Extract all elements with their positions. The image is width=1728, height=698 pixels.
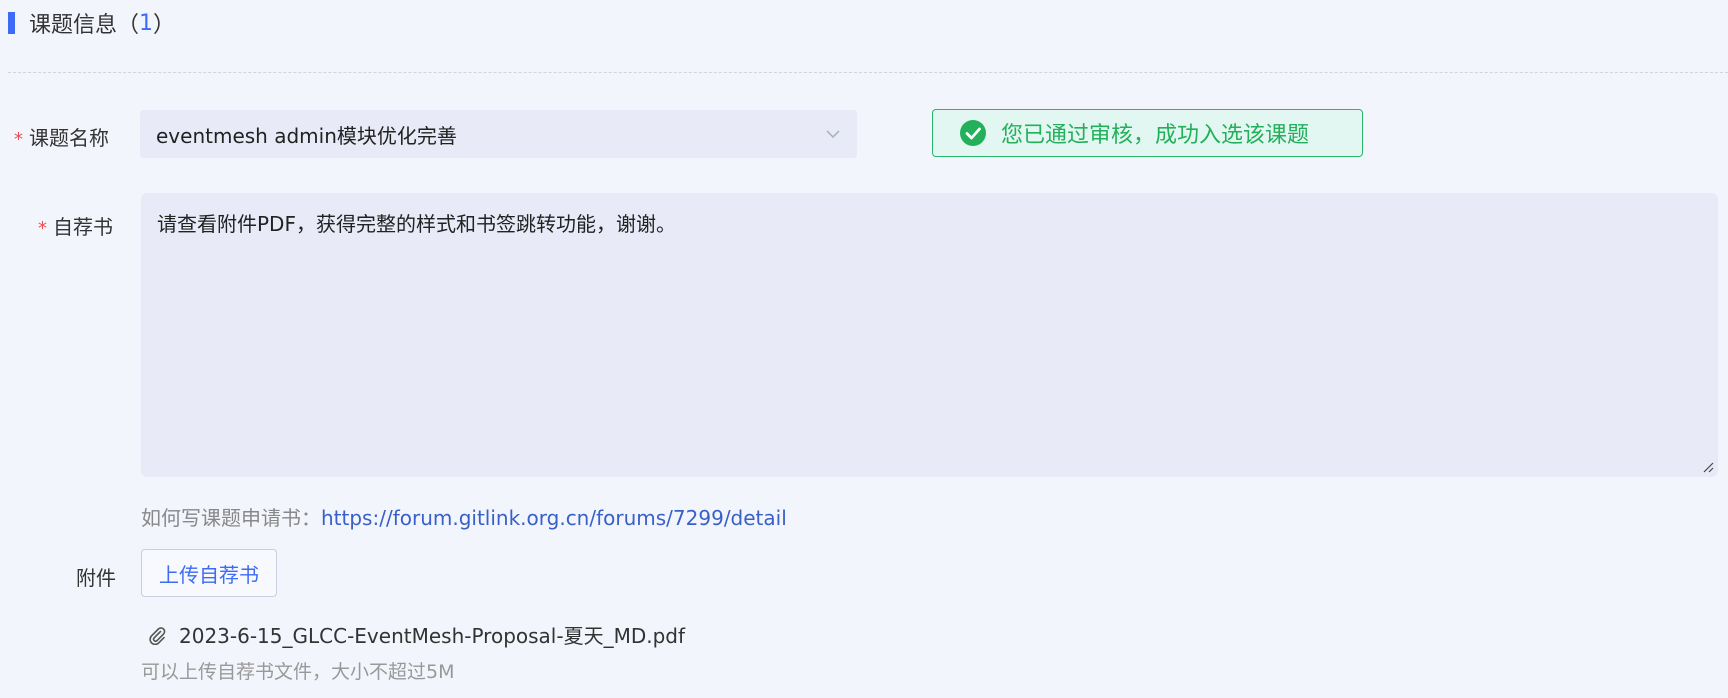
section-count: 1	[139, 10, 154, 36]
attached-file-name: 2023-6-15_GLCC-EventMesh-Proposal-夏天_MD.…	[179, 624, 686, 648]
hint-link[interactable]: https://forum.gitlink.org.cn/forums/7299…	[321, 506, 787, 530]
hint-prefix: 如何写课题申请书：	[141, 506, 321, 530]
topic-label: * 课题名称	[14, 122, 109, 151]
section-paren-open: （	[117, 13, 140, 38]
attachment-label: 附件	[76, 566, 116, 590]
paperclip-icon	[149, 626, 166, 645]
writing-hint: 如何写课题申请书：https://forum.gitlink.org.cn/fo…	[141, 502, 787, 531]
approval-status-badge: 您已通过审核，成功入选该课题	[932, 109, 1363, 157]
topic-label-text: 课题名称	[29, 126, 109, 150]
resize-handle-icon[interactable]	[1700, 459, 1714, 473]
topic-select[interactable]: eventmesh admin模块优化完善	[140, 110, 857, 158]
upload-size-note: 可以上传自荐书文件，大小不超过5M	[141, 661, 455, 683]
statement-text: 请查看附件PDF，获得完整的样式和书签跳转功能，谢谢。	[157, 212, 676, 236]
section-accent-bar	[8, 12, 15, 34]
section-title: 课题信息	[29, 13, 118, 38]
required-mark: *	[14, 129, 23, 150]
section-header: 课题信息 （ 1 ）	[8, 10, 176, 38]
topic-info-page: 课题信息 （ 1 ） * 课题名称 eventmesh admin模块优化完善 您…	[0, 0, 1728, 698]
section-divider	[8, 72, 1728, 73]
topic-select-value: eventmesh admin模块优化完善	[156, 123, 457, 148]
upload-statement-button[interactable]: 上传自荐书	[141, 549, 277, 597]
statement-label: * 自荐书	[38, 211, 113, 240]
approval-status-text: 您已通过审核，成功入选该课题	[1001, 123, 1310, 148]
section-paren-close: ）	[153, 13, 176, 38]
required-mark: *	[38, 218, 47, 239]
statement-textarea[interactable]: 请查看附件PDF，获得完整的样式和书签跳转功能，谢谢。	[141, 193, 1718, 477]
chevron-down-icon	[826, 130, 840, 139]
attached-file[interactable]: 2023-6-15_GLCC-EventMesh-Proposal-夏天_MD.…	[147, 620, 685, 649]
statement-label-text: 自荐书	[53, 215, 113, 239]
check-circle-icon	[960, 120, 986, 146]
